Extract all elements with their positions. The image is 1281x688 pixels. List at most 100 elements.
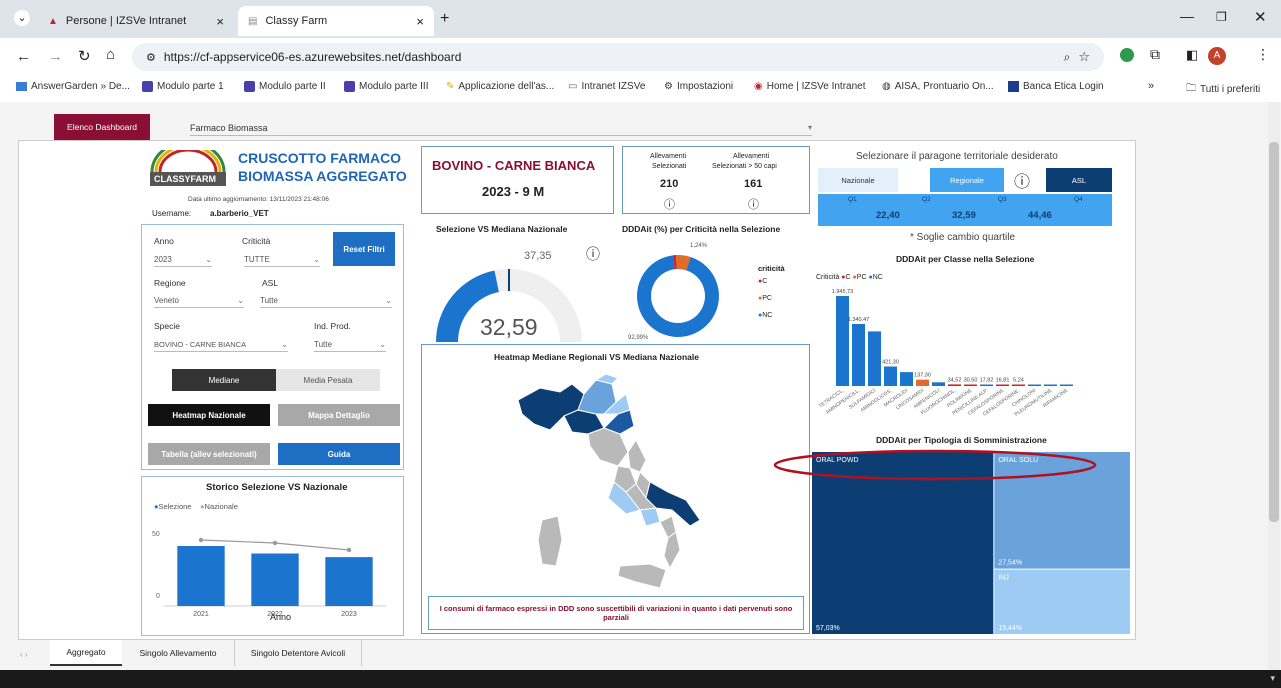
extension-icon[interactable]: [1120, 48, 1134, 62]
classe-bar-1: [852, 323, 865, 386]
dashboard-select[interactable]: Farmaco Biomassa ▾: [190, 120, 812, 136]
bookmark-home-izsve[interactable]: ◉ Home | IZSVe Intranet: [754, 81, 866, 92]
url-field[interactable]: ⚙ https://cf-appservice06-es.azurewebsit…: [132, 43, 1104, 71]
donut-legend-pc: ●PC: [758, 295, 772, 302]
puzzle-icon[interactable]: ⧉: [1150, 46, 1160, 63]
donut-top-label: 1,24%: [690, 243, 708, 249]
indprod-dropdown[interactable]: Tutte ⌄: [314, 338, 386, 352]
bookmark-aisa[interactable]: ◍ AISA, Prontuario On...: [882, 81, 994, 92]
bookmark-modulo-3[interactable]: Modulo parte III: [344, 81, 428, 92]
quartile-q1: Q1: [848, 196, 857, 203]
profile-avatar[interactable]: A: [1208, 47, 1226, 65]
specie-label: Specie: [154, 321, 180, 331]
classe-bar-13: [1044, 384, 1057, 386]
site-settings-icon[interactable]: ⚙: [146, 51, 156, 64]
mediane-toggle[interactable]: Mediane: [172, 369, 276, 391]
sel-label-1: Allevamenti: [650, 153, 687, 160]
history-tick-2023: 2023: [341, 611, 357, 618]
history-nazionale-point-2022: [272, 540, 278, 546]
regionale-option[interactable]: Regionale: [930, 168, 1004, 192]
nazionale-option[interactable]: Nazionale: [818, 168, 898, 192]
classe-value-label-0: 1.945,73: [832, 289, 853, 295]
mappa-dettaglio-button[interactable]: Mappa Dettaglio: [278, 404, 400, 426]
url-text: https://cf-appservice06-es.azurewebsites…: [163, 50, 462, 64]
indprod-label: Ind. Prod.: [314, 321, 351, 331]
regione-dropdown[interactable]: Veneto ⌄: [154, 294, 244, 308]
dashboard-title-line2: BIOMASSA AGGREGATO: [238, 168, 407, 184]
territory-info-icon[interactable]: ⓘ: [1014, 168, 1030, 192]
bookmark-banca-etica[interactable]: Banca Etica Login: [1008, 81, 1104, 92]
tab-singolo-detentore[interactable]: Singolo Detentore Avicoli: [234, 640, 362, 666]
bookmark-impostazioni[interactable]: ⚙ Impostazioni: [664, 81, 733, 92]
notice-text: I consumi di farmaco espressi in DDD son…: [439, 604, 793, 622]
scrollbar-thumb[interactable]: [1269, 142, 1279, 522]
tab-singolo-allevamento[interactable]: Singolo Allevamento: [128, 640, 228, 666]
classe-title: DDDAit per Classe nella Selezione: [896, 254, 1035, 264]
criticita-dropdown[interactable]: TUTTE ⌄: [244, 253, 320, 267]
over-label-2: Selezionati > 50 capi: [712, 163, 777, 170]
criticita-label: Criticità: [242, 236, 271, 246]
elenco-dashboard-button[interactable]: Elenco Dashboard: [54, 114, 150, 140]
close-tab-icon[interactable]: ×: [416, 14, 424, 29]
browser-tab-classy-farm[interactable]: ▤ Classy Farm ×: [238, 6, 434, 36]
bookmark-answergarden[interactable]: AnswerGarden » De...: [16, 81, 130, 92]
tabs-prev-icon[interactable]: ‹ ›: [20, 650, 28, 659]
tab-aggregato[interactable]: Aggregato: [50, 640, 122, 666]
classe-bar-0: [836, 296, 849, 386]
chevron-down-icon: ⌄: [281, 340, 288, 349]
all-bookmarks[interactable]: 🗀 Tutti i preferiti: [1186, 81, 1260, 98]
close-tab-icon[interactable]: ×: [216, 14, 224, 29]
species-title: BOVINO - CARNE BIANCA: [432, 158, 596, 173]
username-value: a.barberio_VET: [210, 209, 269, 218]
guida-button[interactable]: Guida: [278, 443, 400, 465]
classe-bar-4: [900, 372, 913, 386]
tabella-button[interactable]: Tabella (allev selezionati): [148, 443, 270, 465]
reset-filters-button[interactable]: Reset Filtri: [333, 232, 395, 266]
tipologia-title: DDDAit per Tipologia di Somministrazione: [876, 435, 1047, 445]
menu-icon[interactable]: ⋮: [1256, 46, 1270, 63]
classe-bar-8: [964, 384, 977, 386]
minimize-icon[interactable]: —: [1180, 8, 1194, 24]
form-icon: [344, 81, 355, 92]
bookmark-applicazione[interactable]: ✎ Applicazione dell'as...: [446, 81, 554, 92]
classe-bar-2: [868, 331, 881, 386]
more-bookmarks-icon[interactable]: »: [1148, 80, 1154, 92]
gear-icon: ⚙: [664, 81, 673, 92]
heatmap-nazionale-button[interactable]: Heatmap Nazionale: [148, 404, 270, 426]
history-chart: 2021 2022 2023: [164, 537, 386, 618]
new-tab-icon[interactable]: +: [440, 10, 449, 28]
specie-dropdown[interactable]: BOVINO - CARNE BIANCA ⌄: [154, 338, 288, 352]
highlight-ellipse: [773, 449, 1097, 481]
gauge-title: Selezione VS Mediana Nazionale: [436, 224, 568, 234]
info-icon[interactable]: ⓘ: [748, 196, 759, 212]
close-window-icon[interactable]: ✕: [1254, 8, 1267, 26]
reload-icon[interactable]: ↻: [78, 47, 91, 65]
anno-dropdown[interactable]: 2023 ⌄: [154, 253, 212, 267]
bookmark-modulo-2[interactable]: Modulo parte II: [244, 81, 326, 92]
bookmark-intranet[interactable]: ▭ Intranet IZSVe: [568, 81, 645, 92]
asl-dropdown[interactable]: Tutte ⌄: [260, 294, 392, 308]
tab-search-chevron-icon[interactable]: ⌄: [14, 10, 30, 26]
info-icon[interactable]: ⓘ: [664, 196, 675, 212]
bookmark-modulo-1[interactable]: Modulo parte 1: [142, 81, 224, 92]
bank-icon: [1008, 81, 1019, 92]
sidepanel-icon[interactable]: ◧: [1186, 47, 1198, 63]
anno-label: Anno: [154, 236, 174, 246]
home-icon[interactable]: ⌂: [106, 46, 115, 63]
browser-tab-persone[interactable]: ▲ Persone | IZSVe Intranet ×: [38, 6, 234, 36]
chevron-down-icon: ⌄: [385, 296, 392, 305]
legend-selezione: ●Selezione: [154, 502, 192, 511]
quartile-note: * Soglie cambio quartile: [910, 232, 1016, 243]
star-icon[interactable]: ☆: [1078, 49, 1090, 65]
chevron-down-icon: ▾: [807, 123, 812, 132]
intranet-icon: ▭: [568, 81, 578, 92]
restore-icon[interactable]: ❐: [1216, 10, 1227, 24]
zoom-icon[interactable]: ⌕: [1064, 50, 1071, 65]
vertical-scrollbar[interactable]: [1268, 102, 1280, 670]
back-icon[interactable]: ←: [16, 48, 31, 65]
media-pesata-toggle[interactable]: Media Pesata: [276, 369, 380, 391]
forward-icon[interactable]: →: [48, 48, 63, 65]
scroll-down-icon[interactable]: ▾: [1270, 673, 1275, 684]
asl-option[interactable]: ASL: [1046, 168, 1112, 192]
classe-bar-6: [932, 382, 945, 386]
